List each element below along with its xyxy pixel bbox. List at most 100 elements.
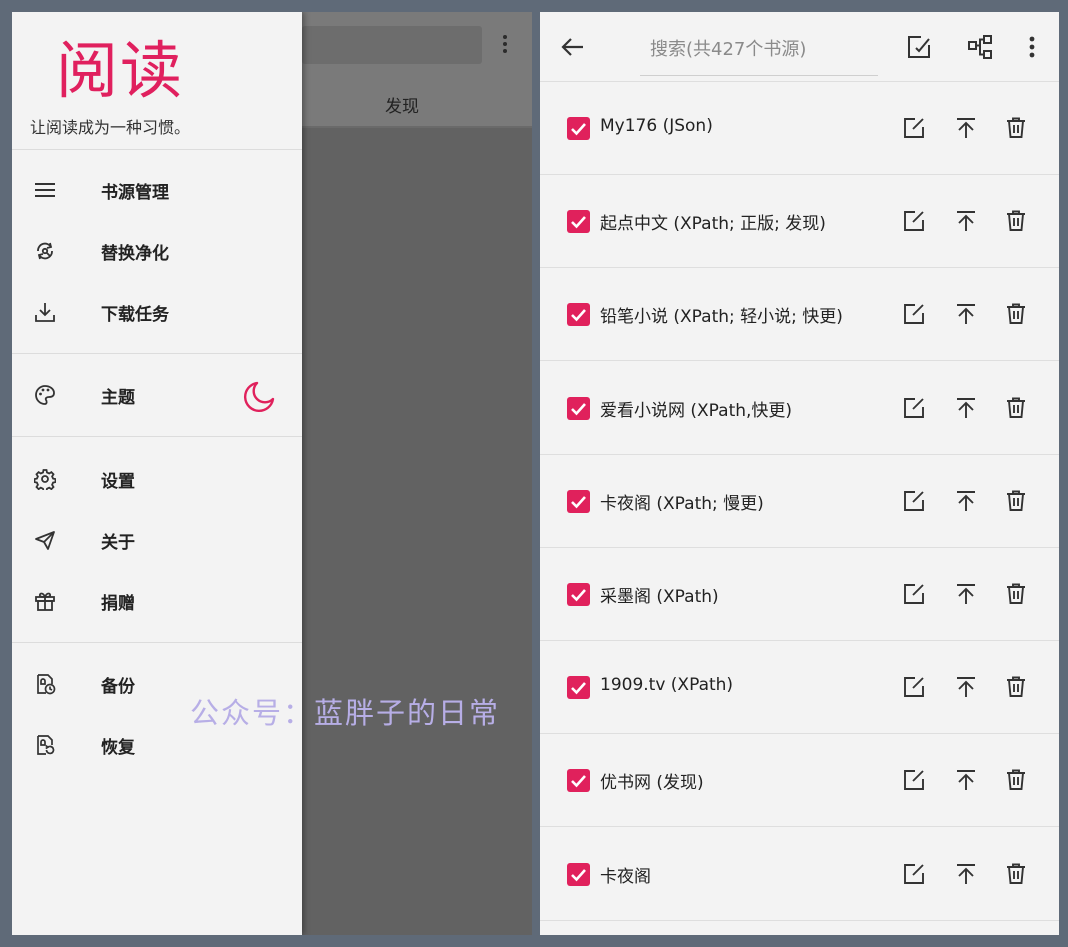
move-to-top-icon[interactable]	[954, 489, 978, 513]
edit-icon[interactable]	[902, 209, 926, 233]
gear-icon	[33, 468, 57, 492]
drawer-divider	[12, 353, 302, 354]
drawer-divider	[12, 149, 302, 150]
more-vert-icon[interactable]	[1027, 34, 1053, 60]
source-name: 卡夜阁	[600, 866, 651, 887]
checkbox[interactable]	[567, 769, 590, 793]
nav-label: 关于	[101, 532, 135, 553]
source-name: My176 (JSon)	[600, 116, 713, 136]
nav-label: 替换净化	[101, 243, 169, 264]
move-to-top-icon[interactable]	[954, 116, 978, 140]
list-item[interactable]: 优书网 (发现)	[540, 734, 1059, 828]
list-icon	[34, 179, 56, 201]
edit-icon[interactable]	[902, 489, 926, 513]
tab-discover[interactable]: 发现	[302, 92, 502, 117]
nav-label: 捐赠	[101, 593, 135, 614]
delete-icon[interactable]	[1004, 396, 1028, 420]
source-name: 优书网 (发现)	[600, 773, 704, 794]
edit-icon[interactable]	[902, 675, 926, 699]
nav-label: 下载任务	[101, 304, 169, 325]
edit-icon[interactable]	[902, 396, 926, 420]
move-to-top-icon[interactable]	[954, 209, 978, 233]
list-item[interactable]: 1909.tv (XPath)	[540, 641, 1059, 735]
delete-icon[interactable]	[1004, 675, 1028, 699]
delete-icon[interactable]	[1004, 582, 1028, 606]
checkbox[interactable]	[567, 583, 590, 606]
background-more-icon[interactable]	[498, 32, 512, 60]
delete-icon[interactable]	[1004, 862, 1028, 886]
backup-icon	[34, 673, 56, 695]
drawer-divider	[12, 436, 302, 437]
source-name: 1909.tv (XPath)	[600, 675, 734, 696]
edit-icon[interactable]	[902, 862, 926, 886]
nav-label: 书源管理	[101, 182, 169, 203]
list-item[interactable]: 采墨阁 (XPath)	[540, 548, 1059, 641]
nav-item-settings[interactable]: 设置	[12, 455, 302, 503]
checkbox[interactable]	[567, 210, 590, 234]
source-name: 采墨阁 (XPath)	[600, 587, 719, 607]
source-name: 爱看小说网 (XPath,快更)	[600, 400, 793, 421]
nav-item-book-sources[interactable]: 书源管理	[12, 166, 302, 214]
edit-icon[interactable]	[902, 768, 926, 792]
app-slogan: 让阅读成为一种习惯。	[30, 118, 191, 137]
delete-icon[interactable]	[1004, 768, 1028, 792]
drawer-divider	[12, 642, 302, 643]
list-item[interactable]: 起点中文 (XPath; 正版; 发现)	[540, 175, 1059, 269]
search-box[interactable]	[640, 26, 878, 76]
nav-label: 备份	[101, 676, 135, 697]
list-item[interactable]: 卡夜阁	[540, 827, 1059, 921]
gift-icon	[34, 590, 56, 612]
send-icon	[34, 529, 56, 551]
edit-icon[interactable]	[906, 34, 932, 60]
nav-label: 恢复	[101, 737, 135, 758]
background-search-bar[interactable]	[302, 26, 482, 64]
list-item[interactable]: 卡夜阁 (XPath; 慢更)	[540, 454, 1059, 548]
delete-icon[interactable]	[1004, 489, 1028, 513]
group-icon[interactable]	[967, 34, 993, 60]
move-to-top-icon[interactable]	[954, 768, 978, 792]
restore-icon	[34, 734, 56, 756]
move-to-top-icon[interactable]	[954, 582, 978, 606]
edit-icon[interactable]	[902, 302, 926, 326]
checkbox[interactable]	[567, 862, 590, 886]
delete-icon[interactable]	[1004, 116, 1028, 140]
move-to-top-icon[interactable]	[954, 862, 978, 886]
list-item[interactable]: My176 (JSon)	[540, 82, 1059, 175]
back-arrow-icon[interactable]	[560, 34, 586, 60]
delete-icon[interactable]	[1004, 209, 1028, 233]
nav-item-donate[interactable]: 捐赠	[12, 577, 302, 625]
move-to-top-icon[interactable]	[954, 396, 978, 420]
nav-item-replace[interactable]: 替换净化	[12, 227, 302, 275]
move-to-top-icon[interactable]	[954, 675, 978, 699]
edit-icon[interactable]	[902, 116, 926, 140]
app-logo: 阅读	[56, 34, 185, 107]
move-to-top-icon[interactable]	[954, 302, 978, 326]
left-screen: 发现 阅读 让阅读成为一种习惯。 书源管理 替换净化 下载任务 主题 设置 关于…	[12, 12, 532, 935]
navigation-drawer: 阅读 让阅读成为一种习惯。 书源管理 替换净化 下载任务 主题 设置 关于 捐赠…	[12, 12, 302, 935]
checkbox[interactable]	[567, 117, 590, 140]
delete-icon[interactable]	[1004, 302, 1028, 326]
source-name: 铅笔小说 (XPath; 轻小说; 快更)	[600, 307, 843, 328]
checkbox[interactable]	[567, 303, 590, 327]
nav-item-about[interactable]: 关于	[12, 516, 302, 564]
palette-icon	[34, 384, 56, 406]
search-input[interactable]	[650, 34, 870, 64]
moon-icon[interactable]	[242, 380, 276, 414]
nav-label: 主题	[101, 387, 135, 408]
right-screen: My176 (JSon) 起点中文 (XPath; 正版; 发现) 铅笔小说 (XP…	[540, 12, 1059, 935]
tab-divider	[302, 126, 532, 128]
list-item[interactable]: 爱看小说网 (XPath,快更)	[540, 361, 1059, 455]
nav-item-downloads[interactable]: 下载任务	[12, 288, 302, 336]
source-name: 卡夜阁 (XPath; 慢更)	[600, 493, 764, 514]
checkbox[interactable]	[567, 489, 590, 513]
replace-icon	[34, 240, 56, 262]
checkbox[interactable]	[567, 396, 590, 420]
checkbox[interactable]	[567, 676, 590, 700]
nav-label: 设置	[101, 471, 135, 492]
watermark: 公众号：蓝胖子的日常	[190, 696, 501, 730]
download-icon	[34, 301, 56, 323]
edit-icon[interactable]	[902, 582, 926, 606]
top-app-bar	[540, 12, 1059, 82]
list-item[interactable]: 铅笔小说 (XPath; 轻小说; 快更)	[540, 268, 1059, 362]
source-name: 起点中文 (XPath; 正版; 发现)	[600, 214, 826, 235]
